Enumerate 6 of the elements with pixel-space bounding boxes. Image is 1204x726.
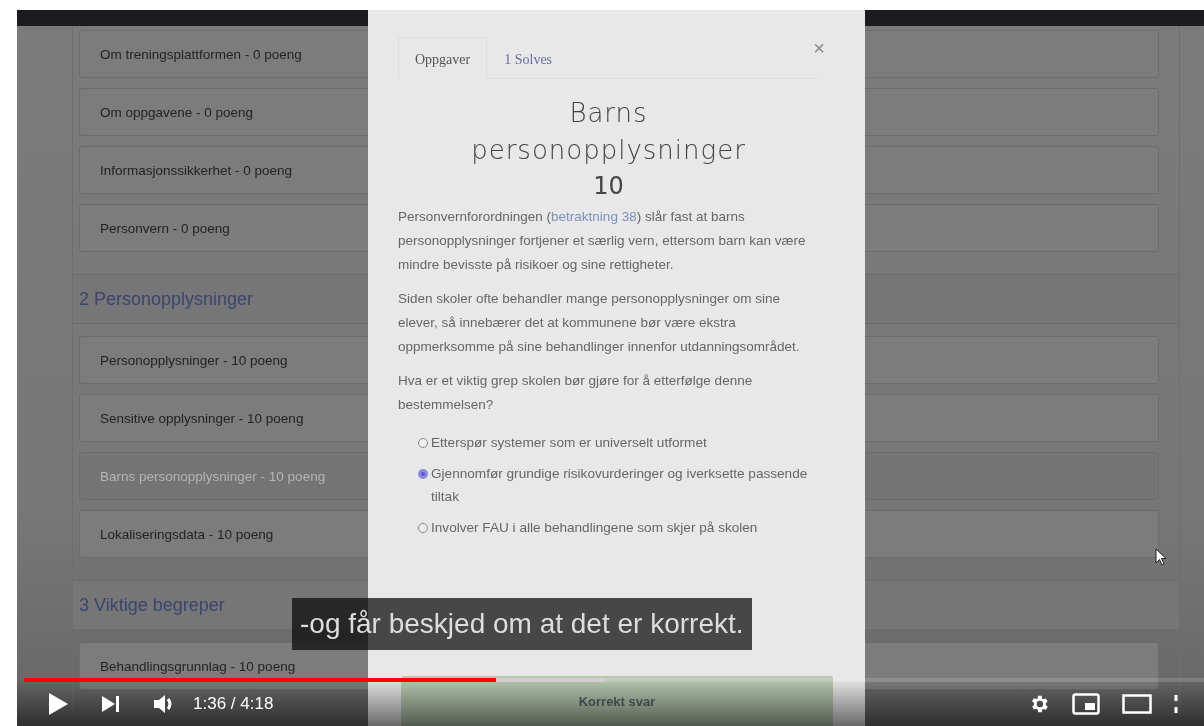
task-points: 10 bbox=[592, 171, 625, 202]
intro-paragraph: Personvernforordningen (betraktning 38) slår fast at barns personopplysninger fortjener et særlig vern, ettersom barn kan være mindre bevisste på risikoer og sine rettigheter. bbox=[398, 208, 806, 274]
body-paragraph: Siden skoler ofte behandler mange personopplysninger om sine elever, så innebærer det at kommunene bør være ekstra oppmerksomme på sine behandlinger innenfor utdanningsområdet. bbox=[398, 290, 801, 356]
question-text: Hva er et viktig grep skolen bør gjøre for å etterfølge denne bestemmelsen? bbox=[398, 372, 754, 414]
subtitle-caption: -og får beskjed om at det er korrekt. bbox=[292, 598, 752, 650]
time-display: 1:36 / 4:18 bbox=[193, 694, 274, 714]
